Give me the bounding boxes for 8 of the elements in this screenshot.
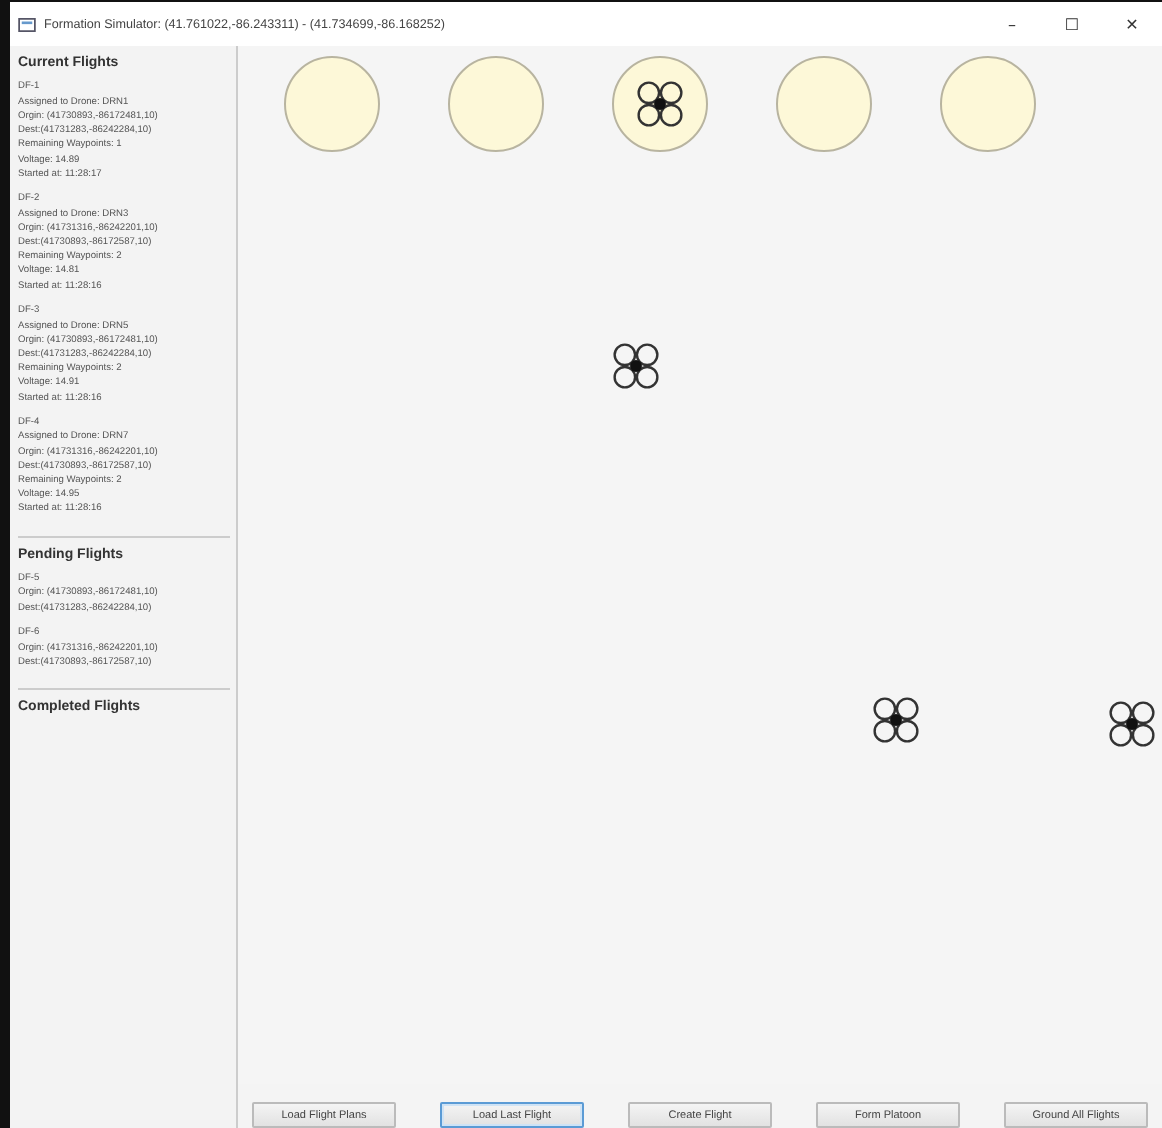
- minimize-button[interactable]: –: [982, 15, 1042, 33]
- close-button[interactable]: ✕: [1102, 15, 1162, 33]
- drone-icon: [610, 340, 662, 392]
- app-icon: [18, 17, 36, 31]
- drone-icon: [634, 78, 686, 130]
- maximize-button[interactable]: ☐: [1042, 15, 1102, 33]
- drone-icon: [870, 694, 922, 746]
- drone-icon: [1106, 698, 1158, 750]
